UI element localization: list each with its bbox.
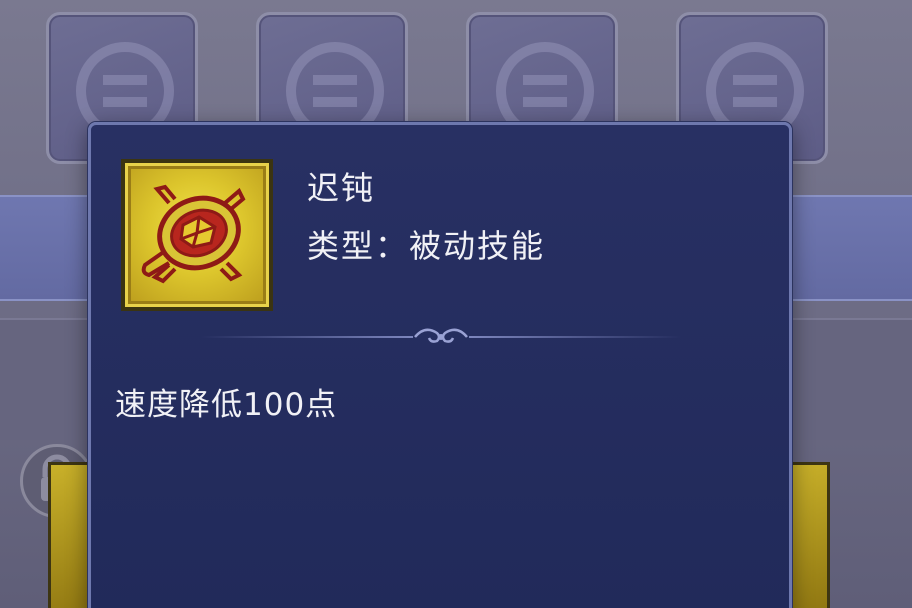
skill-icon-frame — [121, 159, 273, 311]
turtle-icon — [141, 184, 246, 284]
skill-tooltip: 迟钝 类型：被动技能 速度降低100点 — [88, 122, 792, 608]
skill-type: 类型：被动技能 — [307, 227, 546, 265]
skill-name: 迟钝 — [307, 169, 376, 207]
game-screen: 迟钝 类型：被动技能 速度降低100点 — [0, 0, 912, 608]
ornament-divider — [201, 328, 681, 343]
skill-description: 速度降低100点 — [115, 387, 338, 423]
